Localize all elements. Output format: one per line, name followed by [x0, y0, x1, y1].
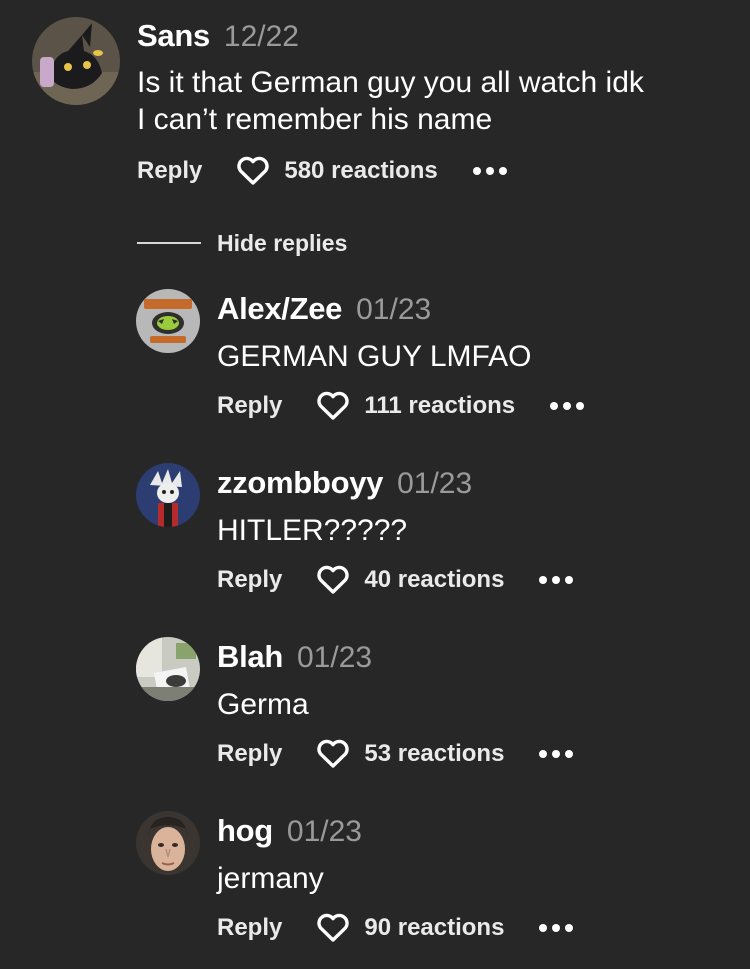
reaction-count: 111 reactions [364, 392, 516, 419]
react-button[interactable]: 40 reactions [316, 565, 504, 595]
comment-actions: Reply 40 reactions [217, 563, 574, 597]
comment-date: 01/23 [286, 815, 362, 848]
heart-icon [317, 391, 350, 420]
comment-author[interactable]: Alex/Zee [217, 291, 342, 326]
comment-actions: Reply 111 reactions [217, 389, 585, 423]
cartoon-character-avatar[interactable] [136, 463, 200, 527]
comment-date: 01/23 [397, 467, 473, 500]
comment-date: 01/23 [356, 293, 432, 326]
comment-text: jermany [217, 862, 324, 895]
lemon-demon-avatar[interactable] [136, 289, 200, 353]
comment-date: 01/23 [296, 641, 373, 674]
reaction-count: 90 reactions [364, 914, 505, 941]
reaction-count: 580 reactions [284, 157, 438, 184]
react-button[interactable]: 111 reactions [316, 391, 515, 421]
react-button[interactable]: 90 reactions [316, 913, 504, 943]
comment-actions: Reply 580 reactions [137, 154, 508, 188]
reply-button[interactable]: Reply [217, 914, 282, 942]
reply-button[interactable]: Reply [217, 566, 282, 594]
divider-line [137, 242, 201, 244]
hide-replies-label[interactable]: Hide replies [217, 230, 347, 257]
umbreon-avatar[interactable] [32, 17, 120, 105]
comment-author[interactable]: zzombboyy [217, 465, 383, 500]
heart-icon [317, 739, 350, 768]
more-options-icon[interactable] [549, 401, 585, 411]
heart-icon [317, 565, 350, 594]
comment-text: GERMAN GUY LMFAO [217, 340, 532, 373]
face-avatar[interactable] [136, 811, 200, 875]
heart-icon [237, 156, 270, 185]
heart-icon [317, 913, 350, 942]
comment-author[interactable]: Sans [137, 18, 210, 53]
more-options-icon[interactable] [472, 166, 508, 176]
reaction-count: 53 reactions [364, 740, 505, 767]
more-options-icon[interactable] [538, 575, 574, 585]
reply-button[interactable]: Reply [137, 157, 202, 185]
comment-author[interactable]: Blah [217, 639, 283, 674]
reply-button[interactable]: Reply [217, 740, 282, 768]
comment-actions: Reply 90 reactions [217, 911, 574, 945]
comment-thread: Sans 12/22 Is it that German guy you all … [0, 0, 750, 969]
comment-author[interactable]: hog [217, 813, 273, 848]
reply-button[interactable]: Reply [217, 392, 282, 420]
hide-replies-toggle[interactable]: Hide replies [137, 228, 347, 258]
react-button[interactable]: 580 reactions [236, 156, 438, 186]
more-options-icon[interactable] [538, 923, 574, 933]
react-button[interactable]: 53 reactions [316, 739, 504, 769]
comment-text: HITLER????? [217, 514, 408, 547]
comment-date: 12/22 [223, 20, 299, 53]
comment-text: Germa [217, 688, 309, 721]
comment-actions: Reply 53 reactions [217, 737, 574, 771]
reaction-count: 40 reactions [364, 566, 505, 593]
more-options-icon[interactable] [538, 749, 574, 759]
photo-avatar[interactable] [136, 637, 200, 701]
comment-text: Is it that German guy you all watch idk … [137, 66, 644, 136]
